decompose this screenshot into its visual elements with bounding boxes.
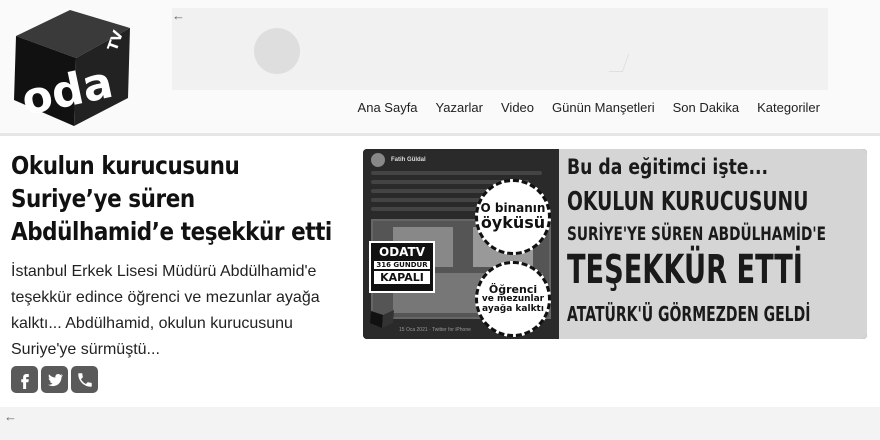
article-image[interactable]: Fatih Güldal O binanın öyküsü Öğrenci ve… xyxy=(363,149,867,339)
story-badge: O binanın öyküsü xyxy=(475,179,551,255)
nav-item-gunun-mansetleri[interactable]: Günün Manşetleri xyxy=(552,100,655,115)
odatv-logo[interactable]: oda TV xyxy=(8,6,134,128)
nav-item-ana-sayfa[interactable]: Ana Sayfa xyxy=(358,100,418,115)
phone-icon[interactable] xyxy=(71,366,98,393)
tag-line3: KAPALI xyxy=(374,271,430,284)
headline-panel: Bu da eğitimci işte... OKULUN KURUCUSUNU… xyxy=(559,149,867,339)
avatar xyxy=(371,153,385,167)
article-description: İstanbul Erkek Lisesi Müdürü Abdülhamid'… xyxy=(11,263,320,358)
twitter-icon[interactable] xyxy=(41,366,68,393)
headline-line3: SURİYE'YE SÜREN ABDÜLHAMİD'E xyxy=(567,223,826,245)
facebook-icon[interactable] xyxy=(11,366,38,393)
bottom-ad-strip[interactable]: ← xyxy=(0,407,880,440)
badge2-line3: ayağa kalktı xyxy=(482,303,544,314)
headline-line5: ATATÜRK'Ü GÖRMEZDEN GELDİ xyxy=(567,302,811,326)
headline-line4: TEŞEKKÜR ETTİ xyxy=(567,247,803,293)
nav-item-video[interactable]: Video xyxy=(501,100,534,115)
tag-line1: ODATV xyxy=(379,245,425,259)
nav-item-kategoriler[interactable]: Kategoriler xyxy=(757,100,820,115)
odatv-closed-tag: ODATV 316 GÜNDÜR KAPALI xyxy=(369,241,435,293)
article-card: Okulun kurucusunu Suriye’ye süren Abdülh… xyxy=(0,139,880,407)
tweet-author: Fatih Güldal xyxy=(391,157,426,163)
ad-placeholder-mark xyxy=(608,54,630,72)
odatv-mini-logo-icon xyxy=(370,306,394,328)
ad-placeholder-circle xyxy=(254,28,300,74)
students-badge: Öğrenci ve mezunlar ayağa kalktı xyxy=(475,261,551,337)
nav-item-yazarlar[interactable]: Yazarlar xyxy=(436,100,483,115)
tweet-header: Fatih Güldal xyxy=(371,153,426,167)
headline-line2: OKULUN KURUCUSUNU xyxy=(567,187,809,217)
site-header: oda TV ← Ana Sayfa Yazarlar Video Günün … xyxy=(0,0,880,136)
ad-banner[interactable] xyxy=(172,8,828,90)
nav-item-son-dakika[interactable]: Son Dakika xyxy=(673,100,739,115)
ad-back-arrow-icon[interactable]: ← xyxy=(172,8,185,23)
main-nav: Ana Sayfa Yazarlar Video Günün Manşetler… xyxy=(358,100,820,115)
article-title[interactable]: Okulun kurucusunu Suriye’ye süren Abdülh… xyxy=(11,149,351,248)
tag-line2: 316 GÜNDÜR xyxy=(374,261,430,269)
tweet-footer: 15 Oca 2021 · Twitter for iPhone xyxy=(399,327,471,333)
share-buttons xyxy=(11,366,98,393)
back-arrow-icon[interactable]: ← xyxy=(4,409,17,424)
headline-line1: Bu da eğitimci işte... xyxy=(567,155,769,179)
badge1-line2: öyküsü xyxy=(480,212,546,232)
tweet-screenshot: Fatih Güldal O binanın öyküsü Öğrenci ve… xyxy=(363,149,559,339)
